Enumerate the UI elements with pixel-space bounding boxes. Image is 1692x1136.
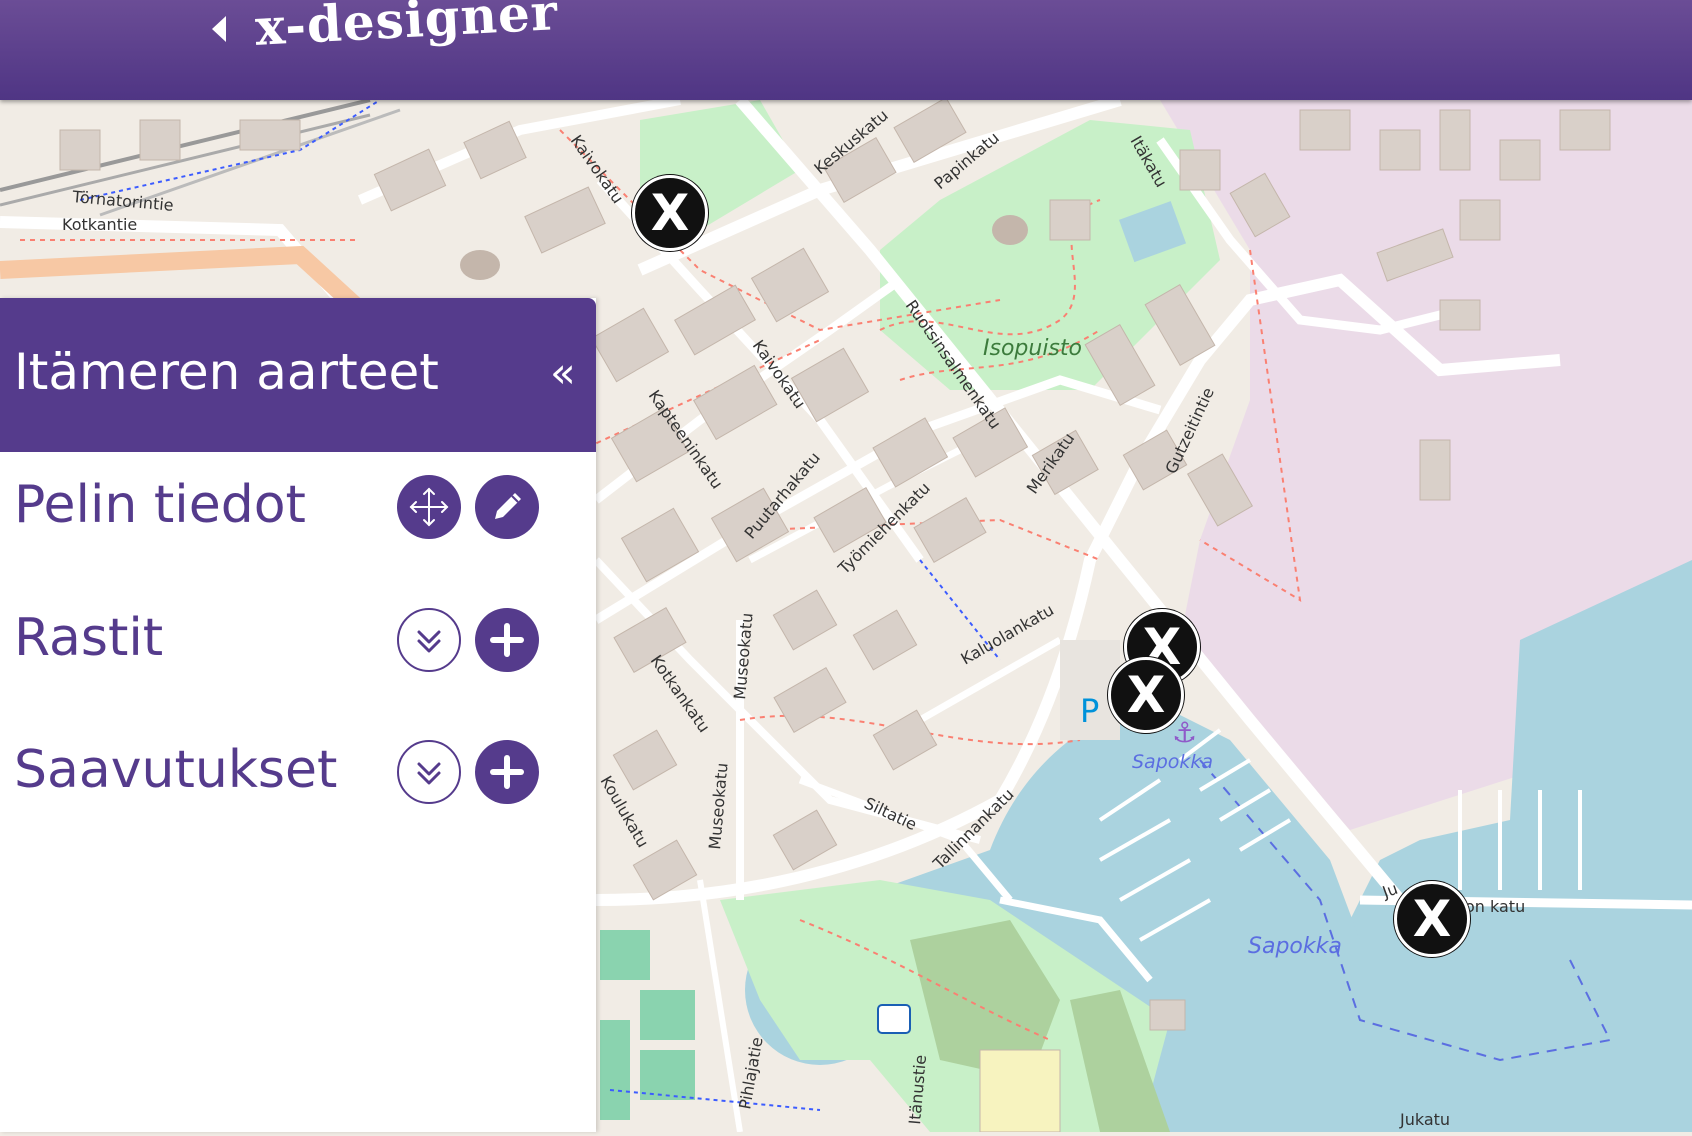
double-chevron-down-icon — [417, 762, 441, 785]
side-panel: Itämeren aarteet « Pelin tiedot Rastit S… — [0, 298, 596, 1132]
row-saavutukset: Saavutukset — [0, 728, 596, 818]
row-label: Rastit — [14, 608, 164, 668]
anchor-icon: ⚓ — [1172, 716, 1197, 749]
row-label: Pelin tiedot — [14, 475, 306, 535]
back-icon[interactable] — [212, 16, 226, 42]
double-chevron-down-icon — [417, 630, 441, 653]
map-label: Jukatu — [1399, 1110, 1450, 1129]
swimming-icon — [877, 1004, 911, 1034]
app-header: x-designer — [0, 0, 1692, 100]
game-marker[interactable]: X — [632, 175, 708, 251]
logo[interactable]: x-designer — [254, 0, 560, 57]
expand-button[interactable] — [397, 740, 461, 804]
add-button[interactable] — [475, 740, 539, 804]
move-button[interactable] — [397, 475, 461, 539]
edit-button[interactable] — [475, 475, 539, 539]
plus-icon — [490, 623, 524, 657]
map-label: Sapokka — [1132, 751, 1213, 773]
row-rastit: Rastit — [0, 596, 596, 686]
panel-header: Itämeren aarteet « — [0, 298, 596, 452]
panel-title: Itämeren aarteet — [14, 343, 439, 401]
parking-label: P — [1080, 692, 1099, 730]
row-label: Saavutukset — [14, 740, 338, 800]
map-label: Sapokka — [1248, 934, 1342, 959]
map-label: on katu — [1465, 897, 1525, 916]
map-label: Kotkantie — [62, 215, 137, 234]
pencil-icon — [495, 493, 521, 519]
move-icon — [409, 487, 449, 527]
game-marker[interactable]: X — [1108, 657, 1184, 733]
map-label: Isopuisto — [983, 336, 1082, 361]
expand-button[interactable] — [397, 608, 461, 672]
game-marker[interactable]: X — [1394, 881, 1470, 957]
row-pelin-tiedot: Pelin tiedot — [0, 463, 596, 553]
add-button[interactable] — [475, 608, 539, 672]
collapse-icon[interactable]: « — [550, 348, 576, 397]
plus-icon — [490, 755, 524, 789]
